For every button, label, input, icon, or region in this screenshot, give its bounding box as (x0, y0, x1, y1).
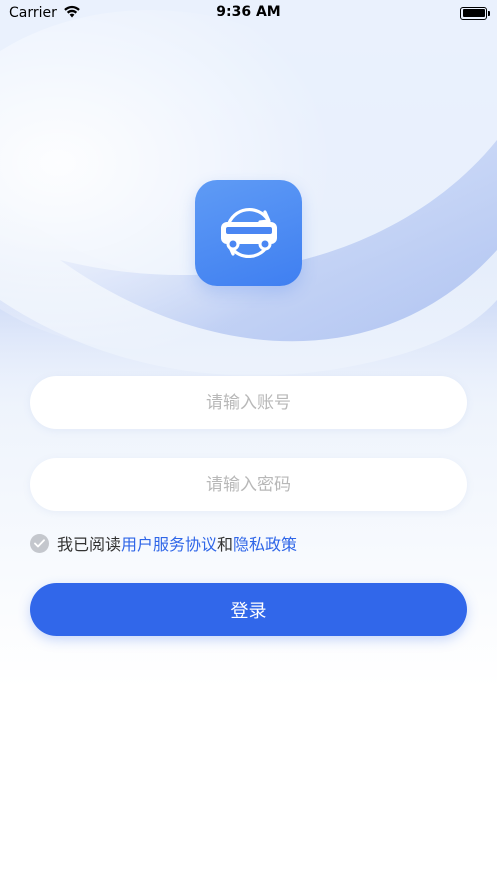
bus-sync-icon (220, 207, 277, 259)
app-logo (195, 180, 302, 286)
checkmark-icon (34, 538, 45, 547)
agreement-checkbox[interactable] (30, 533, 49, 553)
account-field[interactable] (30, 376, 467, 429)
account-input[interactable] (30, 376, 467, 429)
background-waves (0, 0, 497, 420)
user-agreement-link[interactable]: 用户服务协议 (121, 531, 217, 555)
login-button[interactable]: 登录 (30, 583, 467, 636)
agreement-row: 我已阅读 用户服务协议 和 隐私政策 (30, 532, 297, 554)
privacy-policy-link[interactable]: 隐私政策 (233, 531, 297, 555)
battery-level (462, 9, 485, 17)
login-screen: Carrier 9:36 AM 请输入账号 我已阅读 用户服务协议 和 隐私政策… (0, 0, 497, 883)
battery-icon (460, 6, 490, 20)
agreement-and: 和 (217, 535, 234, 554)
clock: 9:36 AM (216, 4, 281, 20)
password-field[interactable] (30, 458, 467, 511)
password-input[interactable] (30, 458, 467, 511)
agreement-prefix: 我已阅读 (57, 535, 122, 554)
status-bar: Carrier 9:36 AM (0, 0, 497, 26)
